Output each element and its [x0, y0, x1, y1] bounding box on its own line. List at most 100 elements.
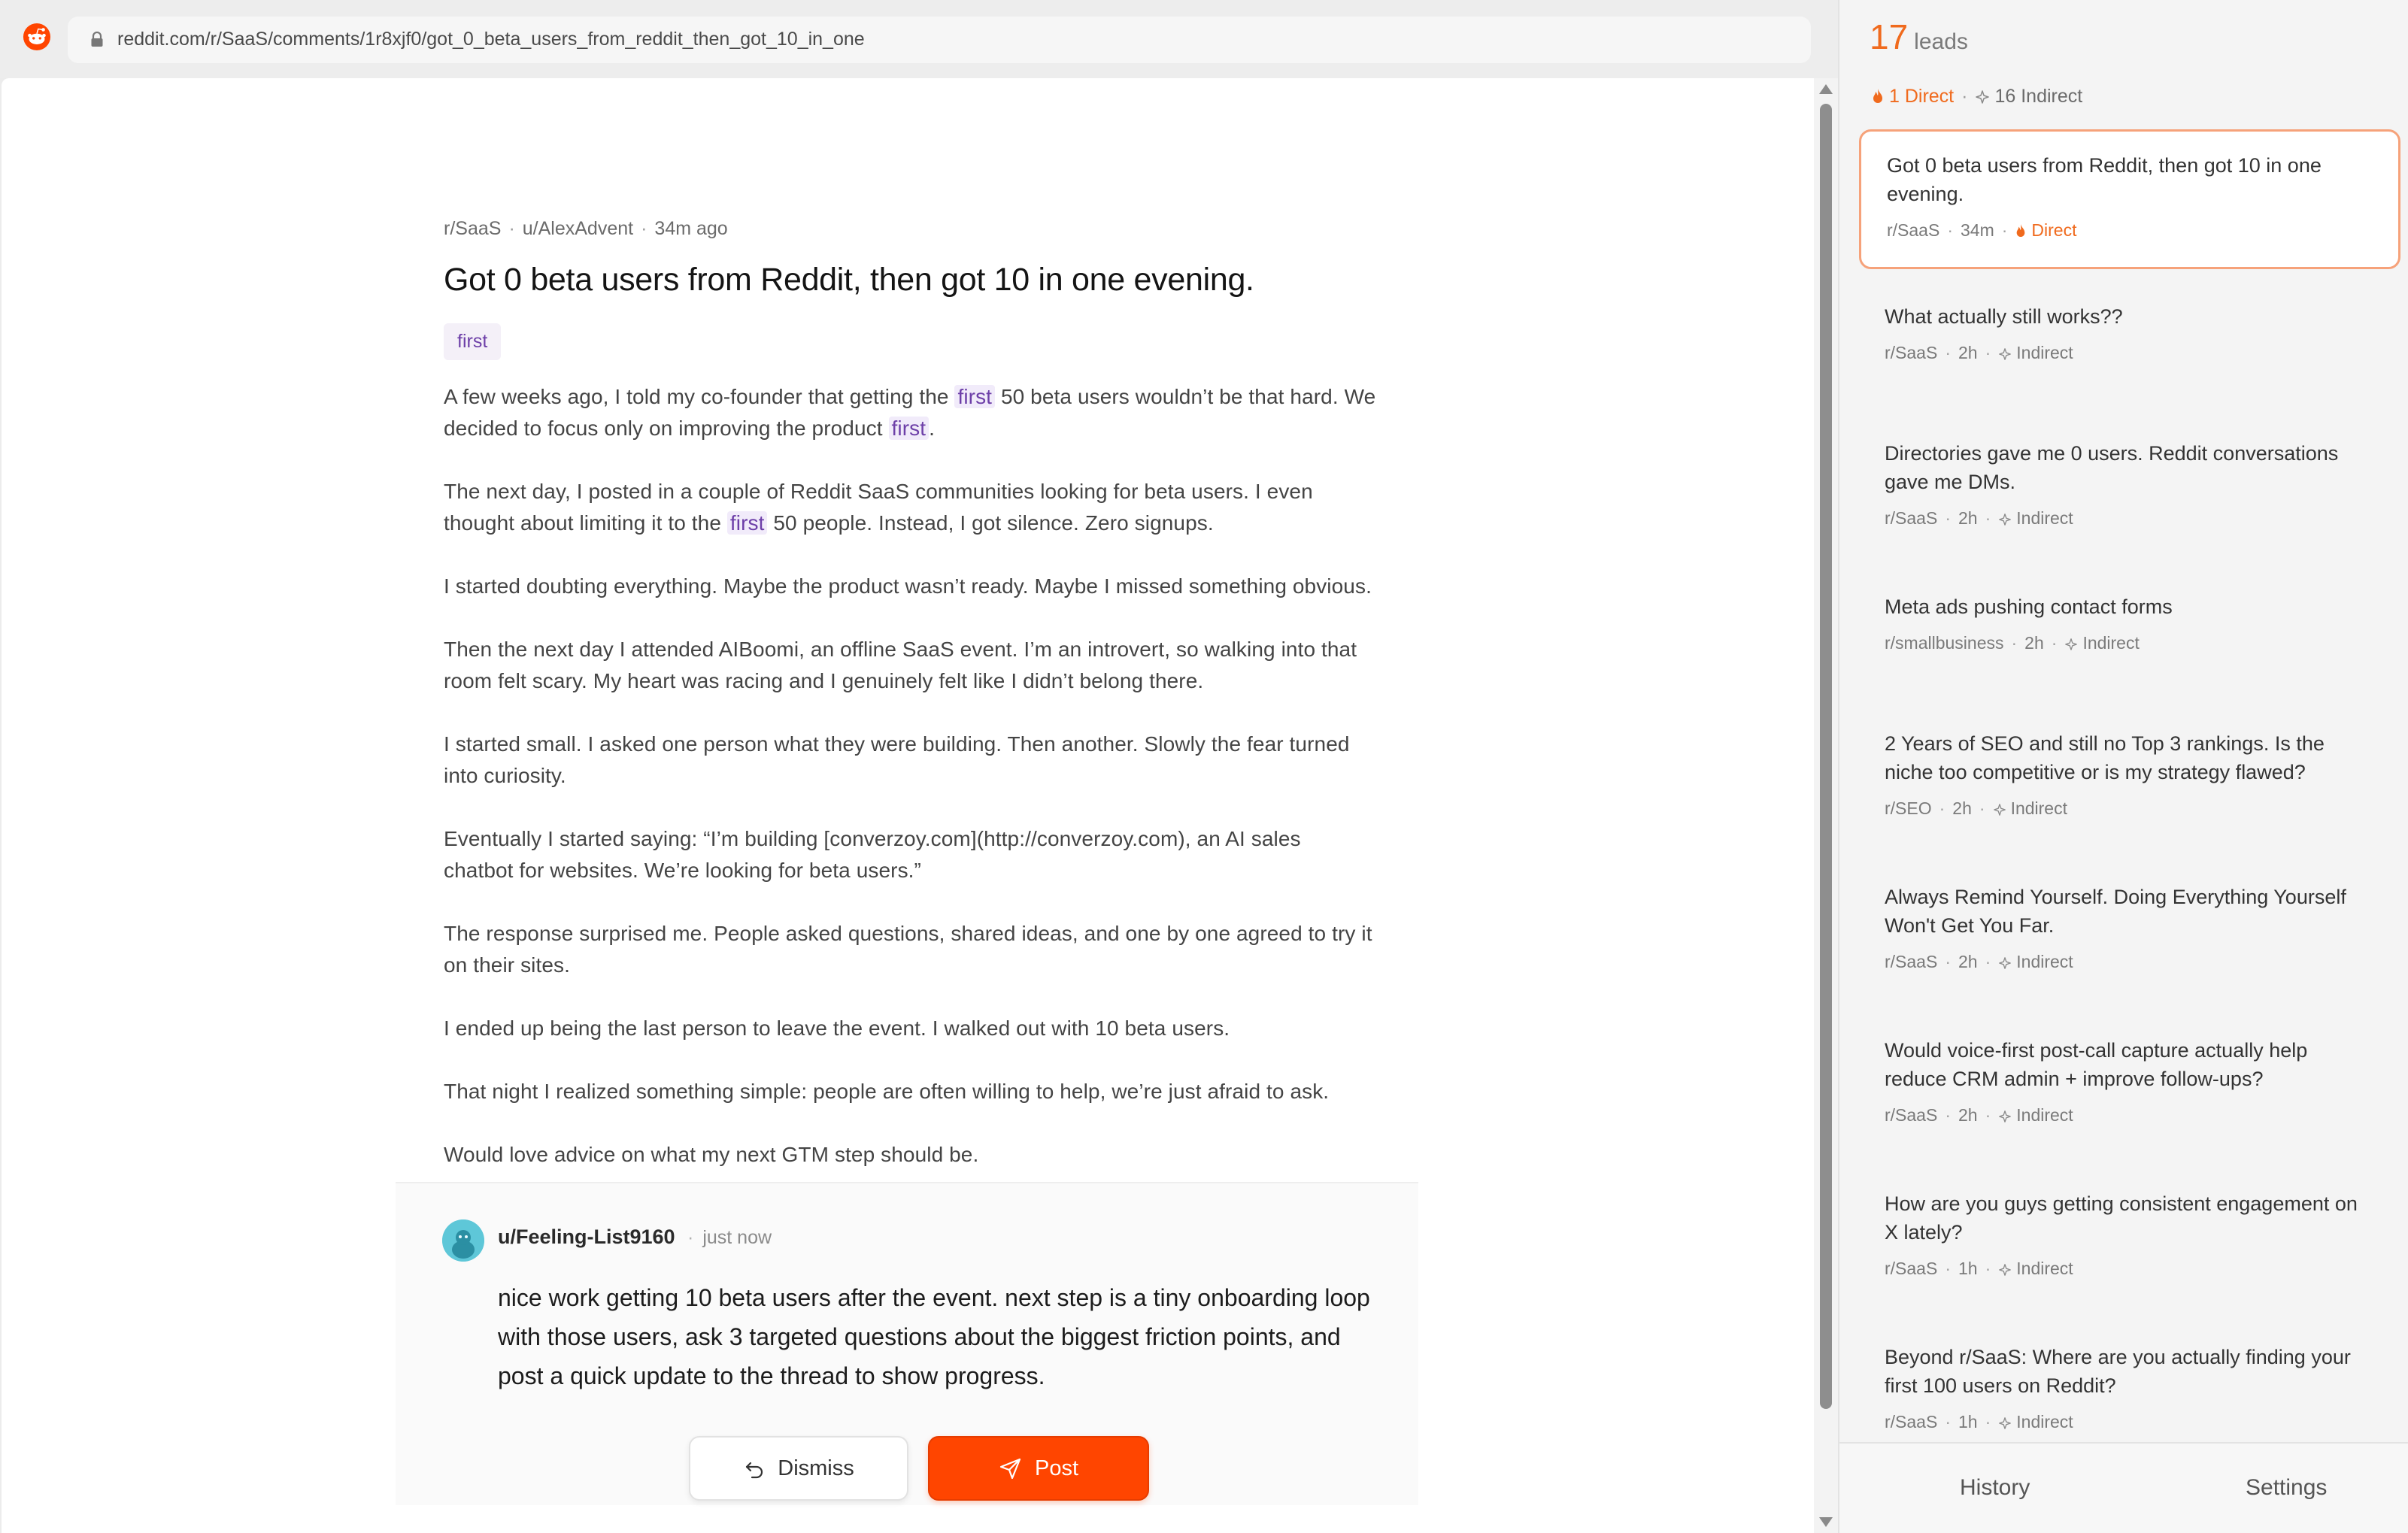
lead-title: What actually still works?? — [1885, 305, 2123, 328]
send-icon — [999, 1458, 1021, 1480]
lead-meta: r/SaaS · 34m · Direct — [1887, 220, 2077, 240]
undo-arrow-icon — [746, 1462, 763, 1479]
suggested-reply-card: u/Feeling-List9160 · just now nice work g… — [396, 1182, 1418, 1505]
avatar — [442, 1219, 484, 1262]
dismiss-button[interactable]: Dismiss — [689, 1436, 908, 1501]
leads-sidebar: 17 leads 1 Direct · 16 Indirect Got 0 beta … — [1838, 0, 2408, 1533]
sparkle-icon — [1999, 1417, 2012, 1429]
leads-count: 17 — [1870, 17, 1909, 56]
address-bar[interactable]: reddit.com/r/SaaS/comments/1r8xjf0/got_0… — [68, 17, 1811, 63]
lead-subreddit: r/SaaS — [1885, 1105, 1938, 1125]
post: r/SaaS · u/AlexAdvent · 34m ago Got 0 beta u… — [444, 214, 1376, 1202]
lead-subreddit: r/SaaS — [1885, 343, 1938, 362]
lead-subreddit: r/SEO — [1885, 798, 1932, 818]
post-author[interactable]: u/AlexAdvent — [523, 218, 633, 239]
post-paragraph: Eventually I started saying: “I’m buildi… — [444, 827, 1301, 882]
settings-tab[interactable]: Settings — [2246, 1475, 2327, 1501]
lead-type-summary: 1 Direct · 16 Indirect — [1871, 86, 2082, 108]
post-paragraph: I started small. I asked one person what… — [444, 732, 1350, 787]
flame-icon — [1873, 89, 1882, 103]
lead-subreddit: r/smallbusiness — [1885, 633, 2004, 653]
lead-card[interactable]: 2 Years of SEO and still no Top 3 rankin… — [1859, 710, 2400, 850]
reddit-logo-icon[interactable] — [23, 23, 51, 51]
lead-subreddit: r/SaaS — [1885, 508, 1938, 528]
keyword-tag: first — [444, 323, 502, 360]
lead-subreddit: r/SaaS — [1885, 1412, 1938, 1432]
flame-icon — [2017, 224, 2025, 237]
post-paragraph: I started doubting everything. Maybe the… — [444, 574, 1372, 598]
lead-type-badge: Indirect — [1998, 343, 2073, 362]
lead-title: Got 0 beta users from Reddit, then got 1… — [1887, 154, 2322, 205]
reply-time: · just now — [687, 1227, 772, 1248]
browser-toolbar: reddit.com/r/SaaS/comments/1r8xjf0/got_0… — [0, 0, 1838, 78]
lead-card[interactable]: What actually still works?? r/SaaS · 2h · Ind… — [1859, 283, 2400, 406]
lead-meta: r/SaaS · 1h · Indirect — [1885, 1259, 2073, 1278]
lead-meta: r/SaaS · 2h · Indirect — [1885, 1105, 2073, 1125]
history-tab[interactable]: History — [1960, 1475, 2030, 1501]
post-paragraph: A few weeks ago, I told my co-founder th… — [444, 385, 1376, 440]
post-paragraph: I ended up being the last person to leav… — [444, 1016, 1230, 1040]
page-scrollbar[interactable] — [1814, 78, 1838, 1533]
lead-list: Got 0 beta users from Reddit, then got 1… — [1859, 129, 2400, 1477]
sidebar-footer: History Settings — [1839, 1442, 2408, 1533]
reply-username[interactable]: u/Feeling-List9160 — [498, 1225, 675, 1249]
sparkle-icon — [1999, 1110, 2012, 1122]
post-paragraph: That night I realized something simple: … — [444, 1080, 1330, 1103]
lead-card[interactable]: Would voice-first post-call capture actu… — [1859, 1016, 2400, 1156]
lead-card[interactable]: Always Remind Yourself. Doing Everything… — [1859, 863, 2400, 1003]
lead-meta: r/SaaS · 1h · Indirect — [1885, 1412, 2073, 1432]
browser-window: reddit.com/r/SaaS/comments/1r8xjf0/got_0… — [0, 0, 1838, 1533]
lead-age: 2h — [1952, 798, 1972, 818]
url-text[interactable]: reddit.com/r/SaaS/comments/1r8xjf0/got_0… — [117, 29, 865, 50]
lead-type-badge: Indirect — [1993, 798, 2067, 818]
keyword-highlight: first — [954, 385, 996, 408]
lead-type-badge: Indirect — [1998, 1105, 2073, 1125]
keyword-highlight: first — [726, 511, 768, 535]
sparkle-icon — [1999, 514, 2012, 526]
post-button[interactable]: Post — [928, 1436, 1149, 1501]
leads-header: 17 leads — [1870, 17, 1968, 57]
lead-age: 2h — [1958, 952, 1978, 971]
sparkle-icon — [1999, 348, 2012, 360]
post-paragraph: Would love advice on what my next GTM st… — [444, 1143, 979, 1166]
avatar-icon — [442, 1219, 484, 1262]
lead-age: 34m — [1961, 220, 1994, 240]
lead-type-badge: Indirect — [1998, 508, 2073, 528]
lead-card[interactable]: How are you guys getting consistent enga… — [1859, 1170, 2400, 1310]
lead-age: 1h — [1958, 1259, 1978, 1278]
leads-label: leads — [1914, 29, 1968, 54]
scroll-thumb[interactable] — [1820, 104, 1832, 1409]
keyword-highlight: first — [888, 417, 930, 440]
lead-meta: r/smallbusiness · 2h · Indirect — [1885, 633, 2140, 653]
lead-title: Directories gave me 0 users. Reddit conv… — [1885, 442, 2339, 493]
lead-type-badge: Indirect — [1998, 1259, 2073, 1278]
lock-icon — [91, 32, 103, 47]
scroll-up-arrow-icon[interactable] — [1819, 84, 1833, 94]
lead-age: 2h — [1958, 1105, 1978, 1125]
lead-meta: r/SaaS · 2h · Indirect — [1885, 508, 2073, 528]
lead-age: 2h — [1958, 508, 1978, 528]
indirect-filter[interactable]: 16 Indirect — [1975, 86, 2082, 107]
lead-card[interactable]: Meta ads pushing contact forms r/smallbus… — [1859, 573, 2400, 696]
lead-meta: r/SEO · 2h · Indirect — [1885, 798, 2067, 818]
sparkle-icon — [1993, 804, 2006, 816]
lead-meta: r/SaaS · 2h · Indirect — [1885, 952, 2073, 971]
lead-card[interactable]: Directories gave me 0 users. Reddit conv… — [1859, 420, 2400, 559]
direct-filter[interactable]: 1 Direct — [1871, 86, 1954, 107]
sparkle-icon — [2065, 638, 2078, 650]
post-subreddit[interactable]: r/SaaS — [444, 218, 501, 239]
lead-subreddit: r/SaaS — [1885, 952, 1938, 971]
lead-type-badge: Indirect — [2064, 633, 2140, 653]
lead-type-badge: Indirect — [1998, 1412, 2073, 1432]
sparkle-icon — [1976, 90, 1990, 104]
lead-title: How are you guys getting consistent enga… — [1885, 1192, 2358, 1244]
post-body: A few weeks ago, I told my co-founder th… — [444, 381, 1376, 1171]
sparkle-icon — [1999, 1264, 2012, 1276]
lead-meta: r/SaaS · 2h · Indirect — [1885, 343, 2073, 362]
reply-text[interactable]: nice work getting 10 beta users after th… — [498, 1278, 1370, 1395]
lead-title: 2 Years of SEO and still no Top 3 rankin… — [1885, 732, 2325, 783]
sparkle-icon — [1999, 957, 2012, 969]
scroll-down-arrow-icon[interactable] — [1819, 1517, 1833, 1527]
lead-card[interactable]: Got 0 beta users from Reddit, then got 1… — [1859, 129, 2400, 269]
lead-age: 2h — [2024, 633, 2044, 653]
